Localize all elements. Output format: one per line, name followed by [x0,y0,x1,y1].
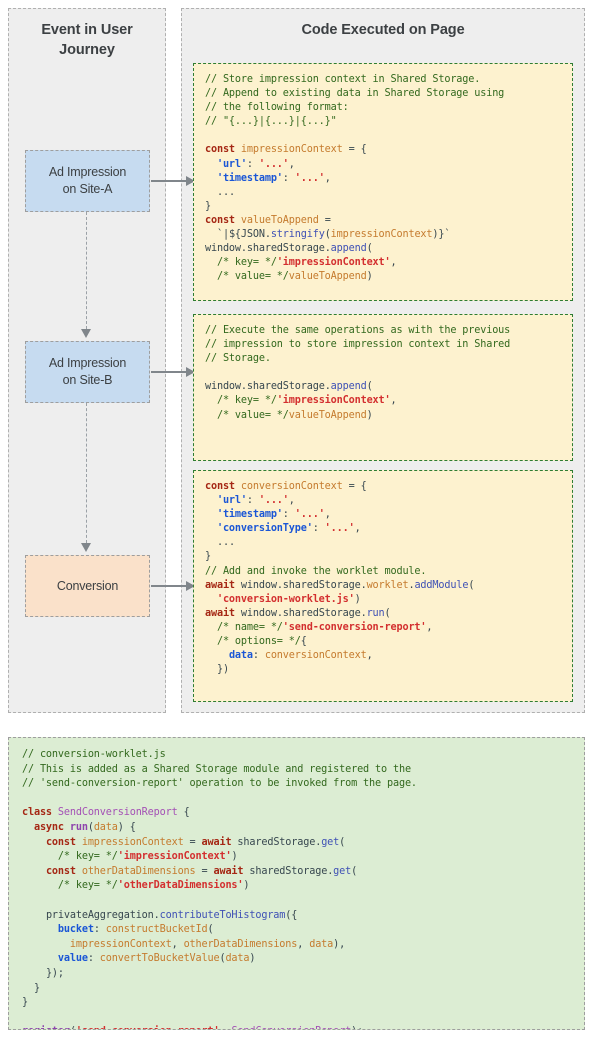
code-block-impression-site-b: // Execute the same operations as with t… [193,314,573,461]
code-text: // Store impression context in Shared St… [205,74,505,283]
event-box-conversion[interactable]: Conversion [25,555,150,617]
event-box-label: Ad Impression on Site-B [48,356,127,387]
code-block-impression-site-a: // Store impression context in Shared St… [193,63,573,301]
diagram-root: { "columns": { "left": { "title": "Event… [0,0,594,1038]
code-block-conversion-worklet: // conversion-worklet.js // This is adde… [8,737,585,1030]
arrow-conversion-to-code [151,585,187,587]
event-box-ad-impression-site-a[interactable]: Ad Impression on Site-A [25,150,150,212]
arrow-impression-b-to-code [151,371,187,373]
arrow-impression-a-to-code [151,180,187,182]
event-box-label: Conversion [56,578,119,593]
code-block-conversion: const conversionContext = { 'url': '...'… [193,470,573,702]
connector-site-b-to-conversion [86,403,87,543]
code-text: // Execute the same operations as with t… [205,325,511,421]
event-box-ad-impression-site-b[interactable]: Ad Impression on Site-B [25,341,150,403]
arrow-head-down-icon [81,329,91,338]
code-text: // conversion-worklet.js // This is adde… [22,749,417,1029]
column-right-title: Code Executed on Page [301,22,465,38]
arrow-head-down-icon [81,543,91,552]
event-box-label: Ad Impression on Site-A [48,165,127,196]
column-left-title: Event in User Journey [41,22,133,58]
code-text: const conversionContext = { 'url': '...'… [205,481,475,676]
connector-site-a-to-site-b [86,212,87,329]
